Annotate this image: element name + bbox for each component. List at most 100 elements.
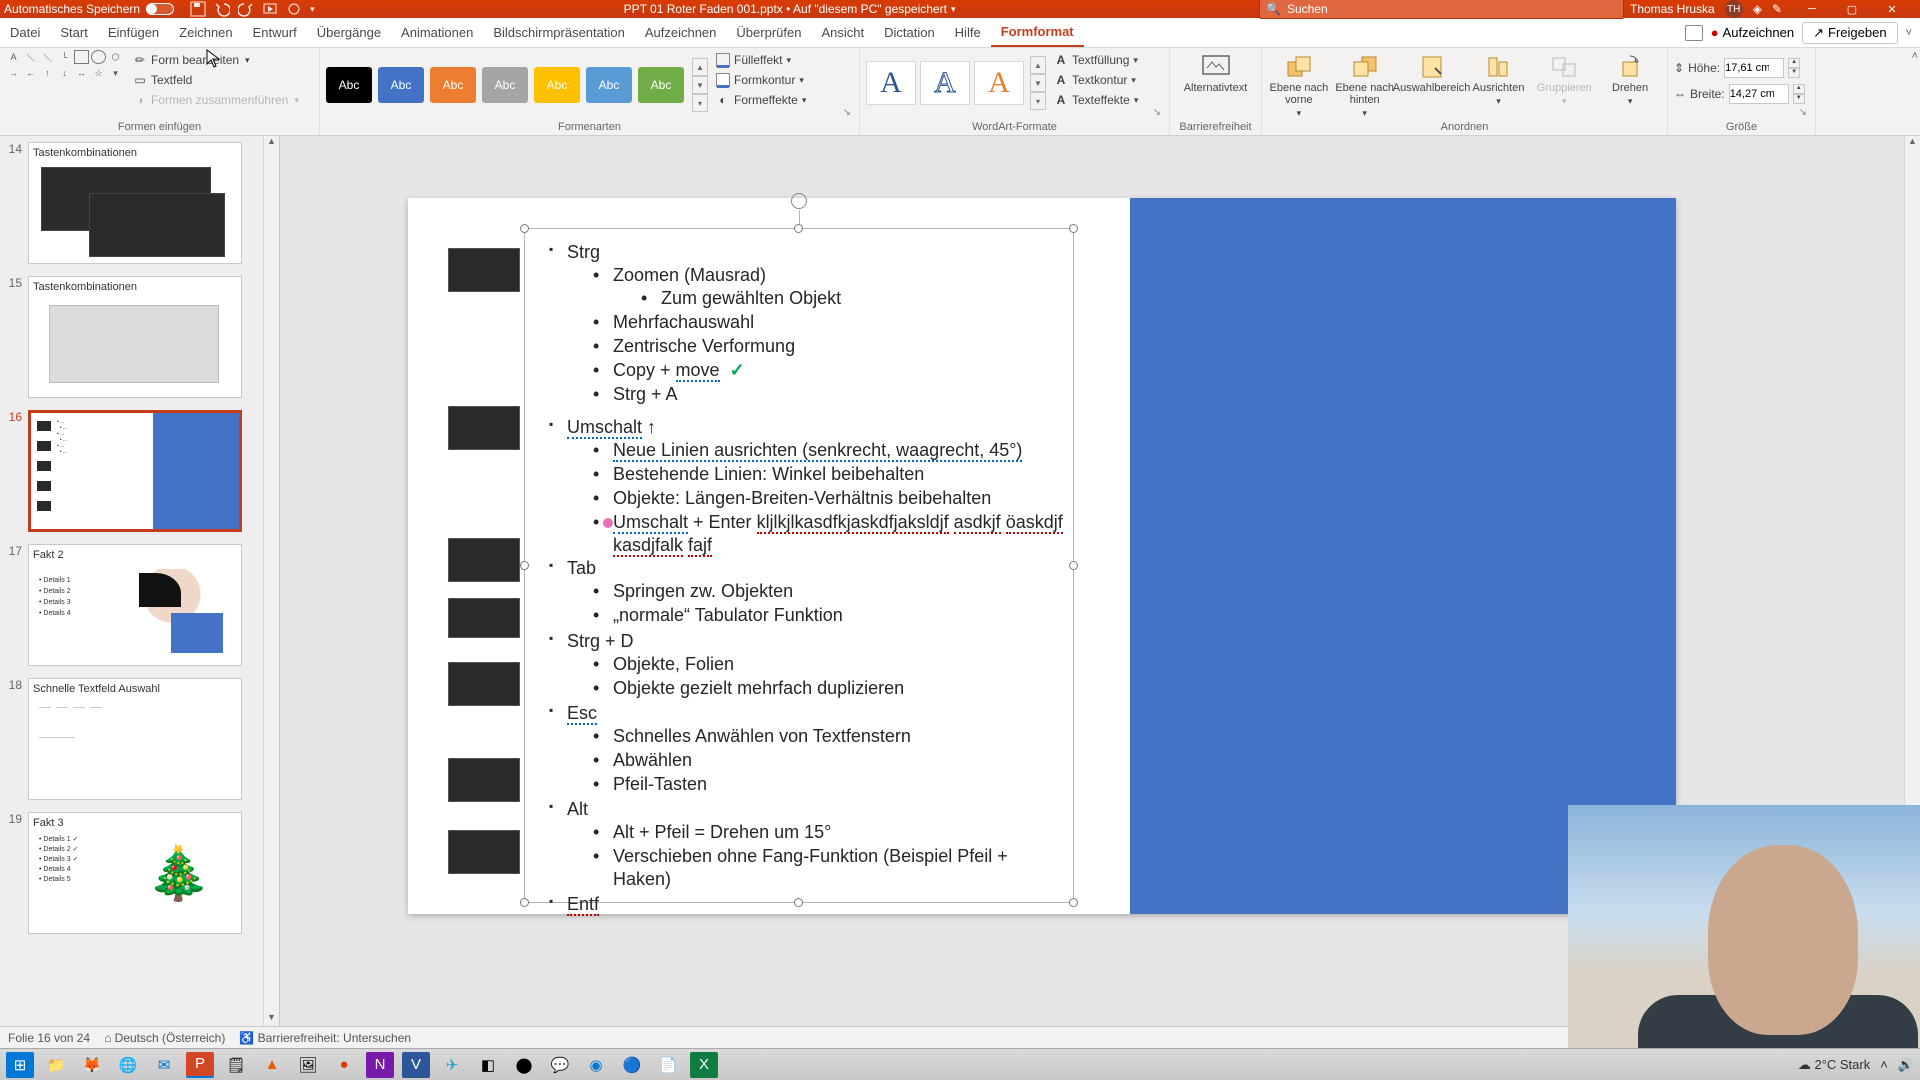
bring-forward-button[interactable]: Ebene nach vorne▾ (1268, 50, 1330, 119)
shape-fill-button[interactable]: Fülleffekt▾ (716, 50, 806, 70)
autosave-toggle[interactable] (146, 3, 174, 15)
style-chip-2[interactable]: Abc (378, 67, 424, 103)
thumb-16[interactable]: 16 ▪ ... • ...▪ ... • ...▪ ... • ... (0, 410, 273, 532)
taskbar-explorer-icon[interactable]: 📁 (42, 1052, 70, 1078)
thumb-scroll-down-icon[interactable]: ▼ (264, 1012, 279, 1026)
tab-dictation[interactable]: Dictation (874, 18, 945, 47)
taskbar-chrome-icon[interactable]: 🌐 (114, 1052, 142, 1078)
accessibility-indicator[interactable]: ♿ Barrierefreiheit: Untersuchen (239, 1031, 411, 1045)
tray-chevron-icon[interactable]: ˄ (1880, 1057, 1888, 1072)
wordart-launcher-icon[interactable]: ↘ (1153, 107, 1161, 118)
taskbar-app7-icon[interactable]: 🔵 (618, 1052, 646, 1078)
handle-tm[interactable] (794, 224, 803, 233)
taskbar-telegram-icon[interactable]: ✈ (438, 1052, 466, 1078)
thumb-18[interactable]: 18 Schnelle Textfeld Auswahl —— —— —— ——… (0, 678, 273, 800)
record-button[interactable]: ●Aufzeichnen (1711, 25, 1794, 40)
textbox-button[interactable]: ▭Textfeld (133, 70, 299, 90)
taskbar-app1-icon[interactable]: 🗒 (222, 1052, 250, 1078)
shape-outline-button[interactable]: Formkontur▾ (716, 70, 806, 90)
thumb-17[interactable]: 17 Fakt 2 • Details 1• Details 2• Detail… (0, 544, 273, 666)
touch-mode-icon[interactable] (286, 1, 302, 17)
text-outline-button[interactable]: ATextkontur▾ (1054, 70, 1138, 90)
shape-textbox-icon[interactable]: A (6, 50, 21, 64)
gallery-up-icon[interactable]: ▲ (692, 58, 708, 76)
diamond-icon[interactable]: ◈ (1753, 2, 1762, 16)
edit-shape-button[interactable]: ✏Form bearbeiten▾ (133, 50, 299, 70)
taskbar-powerpoint-icon[interactable]: P (186, 1052, 214, 1078)
taskbar-app8-icon[interactable]: 📄 (654, 1052, 682, 1078)
key-image-esc[interactable] (448, 662, 520, 706)
qat-more-icon[interactable]: ▾ (310, 1, 326, 17)
taskbar-app3-icon[interactable]: ● (330, 1052, 358, 1078)
taskbar-app2-icon[interactable]: 🖼 (294, 1052, 322, 1078)
thumb-15[interactable]: 15 Tastenkombinationen (0, 276, 273, 398)
style-chip-1[interactable]: Abc (326, 67, 372, 103)
tab-aufzeichnen[interactable]: Aufzeichnen (635, 18, 727, 47)
minimize-button[interactable]: ─ (1792, 1, 1832, 17)
taskbar-app4-icon[interactable]: ◧ (474, 1052, 502, 1078)
shape-oval-icon[interactable] (91, 50, 106, 64)
style-chip-4[interactable]: Abc (482, 67, 528, 103)
close-button[interactable]: ✕ (1872, 1, 1912, 17)
tab-formformat[interactable]: Formformat (991, 18, 1084, 47)
taskbar-excel-icon[interactable]: X (690, 1052, 718, 1078)
handle-ml[interactable] (520, 561, 529, 570)
shapes-gallery[interactable]: A ＼ ＼ └ ⬡ → ← ↑ ↓ ↔ ☆ ▾ (6, 50, 123, 80)
tab-ansicht[interactable]: Ansicht (811, 18, 874, 47)
search-box[interactable]: 🔍 (1259, 0, 1624, 19)
handle-tl[interactable] (520, 224, 529, 233)
wa-gallery-more-icon[interactable]: ▾ (1030, 92, 1046, 110)
send-backward-button[interactable]: Ebene nach hinten▾ (1334, 50, 1396, 119)
thumb-19[interactable]: 19 Fakt 3 • Details 1 ✓• Details 2 ✓• De… (0, 812, 273, 934)
selection-pane-button[interactable]: Auswahlbereich (1400, 50, 1464, 94)
shape-arrow-u-icon[interactable]: ↑ (40, 66, 55, 80)
height-down-icon[interactable]: ▼ (1788, 68, 1800, 78)
wordart-chip-3[interactable]: A (974, 61, 1024, 105)
key-image-shift[interactable] (448, 406, 520, 450)
wa-gallery-down-icon[interactable]: ▼ (1030, 74, 1046, 92)
shape-line2-icon[interactable]: ＼ (40, 50, 55, 64)
shape-rect-icon[interactable] (74, 50, 89, 64)
shape-arrow-lr-icon[interactable]: ↔ (74, 66, 89, 80)
shape-styles-gallery[interactable]: Abc Abc Abc Abc Abc Abc Abc ▲ ▼ ▾ (326, 50, 708, 112)
selected-textbox[interactable]: Strg Zoomen (Mausrad) Zum gewählten Obje… (524, 228, 1074, 903)
handle-bl[interactable] (520, 898, 529, 907)
key-image-alt[interactable] (448, 758, 520, 802)
title-dropdown-icon[interactable]: ▾ (951, 4, 956, 15)
shape-arrow-l-icon[interactable]: ← (23, 66, 38, 80)
tab-einfuegen[interactable]: Einfügen (98, 18, 169, 47)
rotate-handle[interactable] (791, 193, 807, 209)
maximize-button[interactable]: ▢ (1832, 1, 1872, 17)
align-button[interactable]: Ausrichten▾ (1468, 50, 1530, 107)
save-icon[interactable] (190, 1, 206, 17)
slide[interactable]: Strg Zoomen (Mausrad) Zum gewählten Obje… (408, 198, 1676, 914)
taskbar-app5-icon[interactable]: 💬 (546, 1052, 574, 1078)
shape-connector-icon[interactable]: └ (57, 50, 72, 64)
slide-counter[interactable]: Folie 16 von 24 (8, 1031, 90, 1045)
wordart-chip-1[interactable]: A (866, 61, 916, 105)
text-fill-button[interactable]: ATextfüllung▾ (1054, 50, 1138, 70)
gallery-down-icon[interactable]: ▼ (692, 76, 708, 94)
width-input[interactable] (1729, 84, 1789, 104)
handle-br[interactable] (1069, 898, 1078, 907)
tab-hilfe[interactable]: Hilfe (945, 18, 991, 47)
shape-star-icon[interactable]: ☆ (91, 66, 106, 80)
share-button[interactable]: ↗Freigeben (1802, 22, 1897, 44)
thumb-scroll-up-icon[interactable]: ▲ (264, 136, 279, 150)
tab-bildschirm[interactable]: Bildschirmpräsentation (483, 18, 635, 47)
width-down-icon[interactable]: ▼ (1793, 94, 1805, 104)
style-chip-3[interactable]: Abc (430, 67, 476, 103)
taskbar-vlc-icon[interactable]: ▲ (258, 1052, 286, 1078)
start-from-beginning-icon[interactable] (262, 1, 278, 17)
redo-icon[interactable] (238, 1, 254, 17)
tab-ueberpruefen[interactable]: Überprüfen (726, 18, 811, 47)
weather-widget[interactable]: ☁ 2°C Stark (1798, 1057, 1870, 1073)
taskbar-firefox-icon[interactable]: 🦊 (78, 1052, 106, 1078)
shape-hex-icon[interactable]: ⬡ (108, 50, 123, 64)
collapse-ribbon-icon[interactable]: ˅ (1906, 27, 1912, 39)
taskbar-onenote-icon[interactable]: N (366, 1052, 394, 1078)
gallery-more-icon[interactable]: ▾ (692, 94, 708, 112)
thumbnail-pane[interactable]: 14 Tastenkombinationen 15 Tastenkombinat… (0, 136, 280, 1026)
taskbar-obs-icon[interactable]: ⬤ (510, 1052, 538, 1078)
pen-icon[interactable]: ✎ (1772, 2, 1782, 16)
